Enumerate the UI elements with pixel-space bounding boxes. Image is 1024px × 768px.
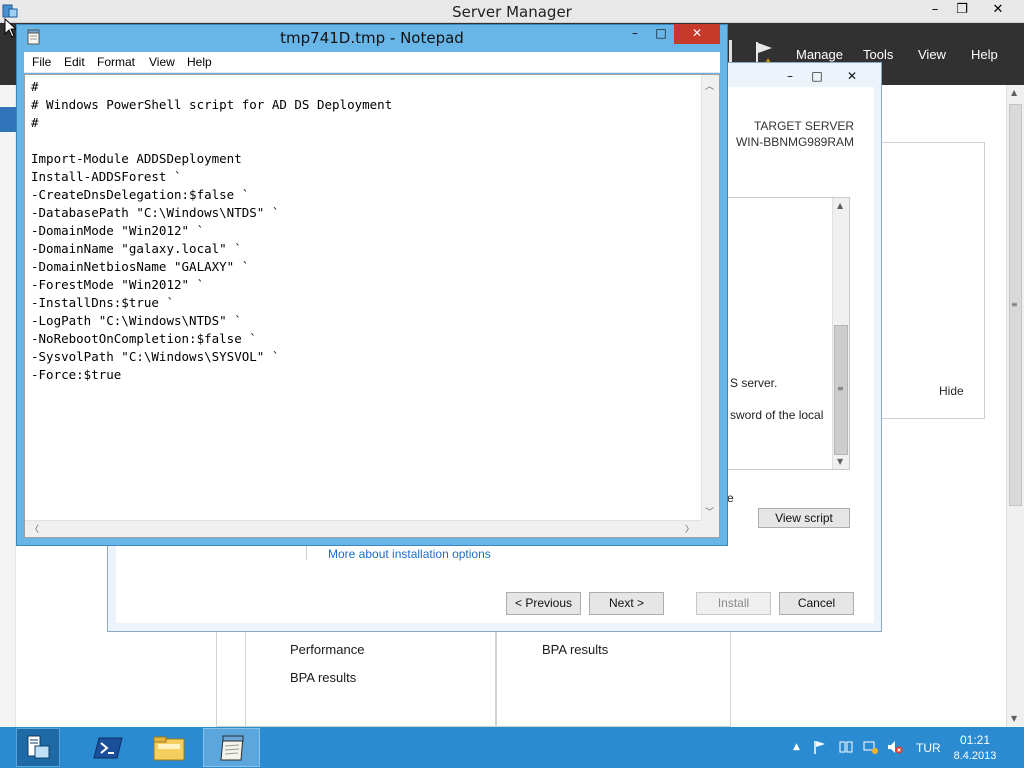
nav-active-item[interactable]	[0, 107, 16, 132]
network-status-icon[interactable]	[862, 739, 880, 755]
notepad-horizontal-scrollbar[interactable]	[25, 520, 701, 537]
server-manager-minimize-button[interactable]: –	[920, 0, 950, 21]
notepad-scroll-up-icon[interactable]: ︿	[705, 79, 714, 92]
previous-button[interactable]: < Previous	[506, 592, 581, 615]
scroll-grip-icon: ≡	[1011, 300, 1018, 309]
menu-manage[interactable]: Manage	[796, 47, 843, 62]
notepad-vertical-scrollbar[interactable]	[701, 75, 719, 520]
notepad-scroll-right-icon[interactable]: 〉	[685, 522, 694, 535]
server-tile-left	[245, 630, 496, 727]
mouse-cursor-icon	[4, 18, 16, 38]
taskbar-notepad-button[interactable]	[203, 728, 260, 767]
welcome-panel	[881, 142, 985, 419]
action-center-flag-icon[interactable]	[812, 739, 828, 755]
server-tile-right	[496, 630, 731, 727]
next-button[interactable]: Next >	[589, 592, 664, 615]
hide-welcome-link[interactable]: Hide	[939, 384, 964, 398]
review-text-line: sword of the local	[730, 408, 824, 422]
list-scroll-up-icon[interactable]: ▲	[837, 201, 843, 210]
taskbar-server-manager-button[interactable]	[16, 728, 60, 767]
notepad-close-button[interactable]: ✕	[674, 24, 720, 44]
menu-tools[interactable]: Tools	[863, 47, 893, 62]
notepad-scroll-left-icon[interactable]: 〈	[30, 522, 39, 535]
powershell-icon	[93, 737, 123, 758]
list-scroll-down-icon[interactable]: ▼	[837, 457, 843, 466]
tile-link-bpa-results-right[interactable]: BPA results	[542, 642, 608, 657]
notepad-icon	[219, 734, 244, 760]
review-text-line: S server.	[730, 376, 778, 390]
list-scroll-grip-icon: ≡	[837, 384, 844, 393]
folder-icon	[153, 736, 185, 760]
header-separator	[729, 40, 732, 64]
server-manager-nav-strip	[0, 85, 16, 727]
menu-view[interactable]: View	[918, 47, 946, 62]
notepad-minimize-button[interactable]: –	[622, 24, 648, 44]
tile-link-performance[interactable]: Performance	[290, 642, 364, 657]
review-caption-fragment: e	[727, 491, 734, 505]
cancel-button[interactable]: Cancel	[779, 592, 854, 615]
scroll-down-arrow-icon[interactable]: ▼	[1011, 714, 1017, 723]
network-icon[interactable]	[838, 739, 854, 755]
notepad-menu-format[interactable]: Format	[97, 55, 135, 69]
more-installation-options-link[interactable]: More about installation options	[328, 547, 491, 561]
notepad-scroll-down-icon[interactable]: ﹀	[705, 505, 714, 518]
server-manager-title: Server Manager	[452, 3, 572, 21]
input-language-indicator[interactable]: TUR	[916, 741, 941, 755]
menu-help[interactable]: Help	[971, 47, 998, 62]
server-manager-icon	[27, 735, 50, 758]
notepad-menu-view[interactable]: View	[149, 55, 175, 69]
server-manager-close-button[interactable]: ✕	[983, 0, 1013, 21]
wizard-maximize-button[interactable]: □	[804, 68, 830, 86]
tile-link-bpa-results[interactable]: BPA results	[290, 670, 356, 685]
view-script-button[interactable]: View script	[758, 508, 850, 528]
tile-edge	[216, 630, 246, 727]
install-button[interactable]: Install	[696, 592, 771, 615]
notepad-maximize-button[interactable]: □	[648, 24, 674, 44]
tray-overflow-chevron-icon[interactable]: ▲	[793, 742, 800, 752]
taskbar-file-explorer-button[interactable]	[147, 728, 191, 767]
speaker-muted-icon[interactable]	[886, 739, 904, 755]
wizard-close-button[interactable]: ✕	[839, 68, 865, 86]
clock-time[interactable]: 01:21	[950, 733, 1000, 747]
notepad-script-content[interactable]: # # Windows PowerShell script for AD DS …	[31, 78, 392, 384]
notepad-scroll-corner	[701, 520, 719, 537]
server-manager-restore-button[interactable]: ❐	[947, 0, 977, 21]
notepad-menu-file[interactable]: File	[32, 55, 51, 69]
target-server-label: TARGET SERVER	[753, 119, 854, 133]
scroll-up-arrow-icon[interactable]: ▲	[1011, 88, 1017, 97]
taskbar-powershell-button[interactable]	[86, 728, 130, 767]
clock-date[interactable]: 8.4.2013	[950, 750, 1000, 762]
notepad-menu-edit[interactable]: Edit	[64, 55, 85, 69]
notepad-menu-help[interactable]: Help	[187, 55, 212, 69]
wizard-minimize-button[interactable]: –	[777, 68, 803, 86]
